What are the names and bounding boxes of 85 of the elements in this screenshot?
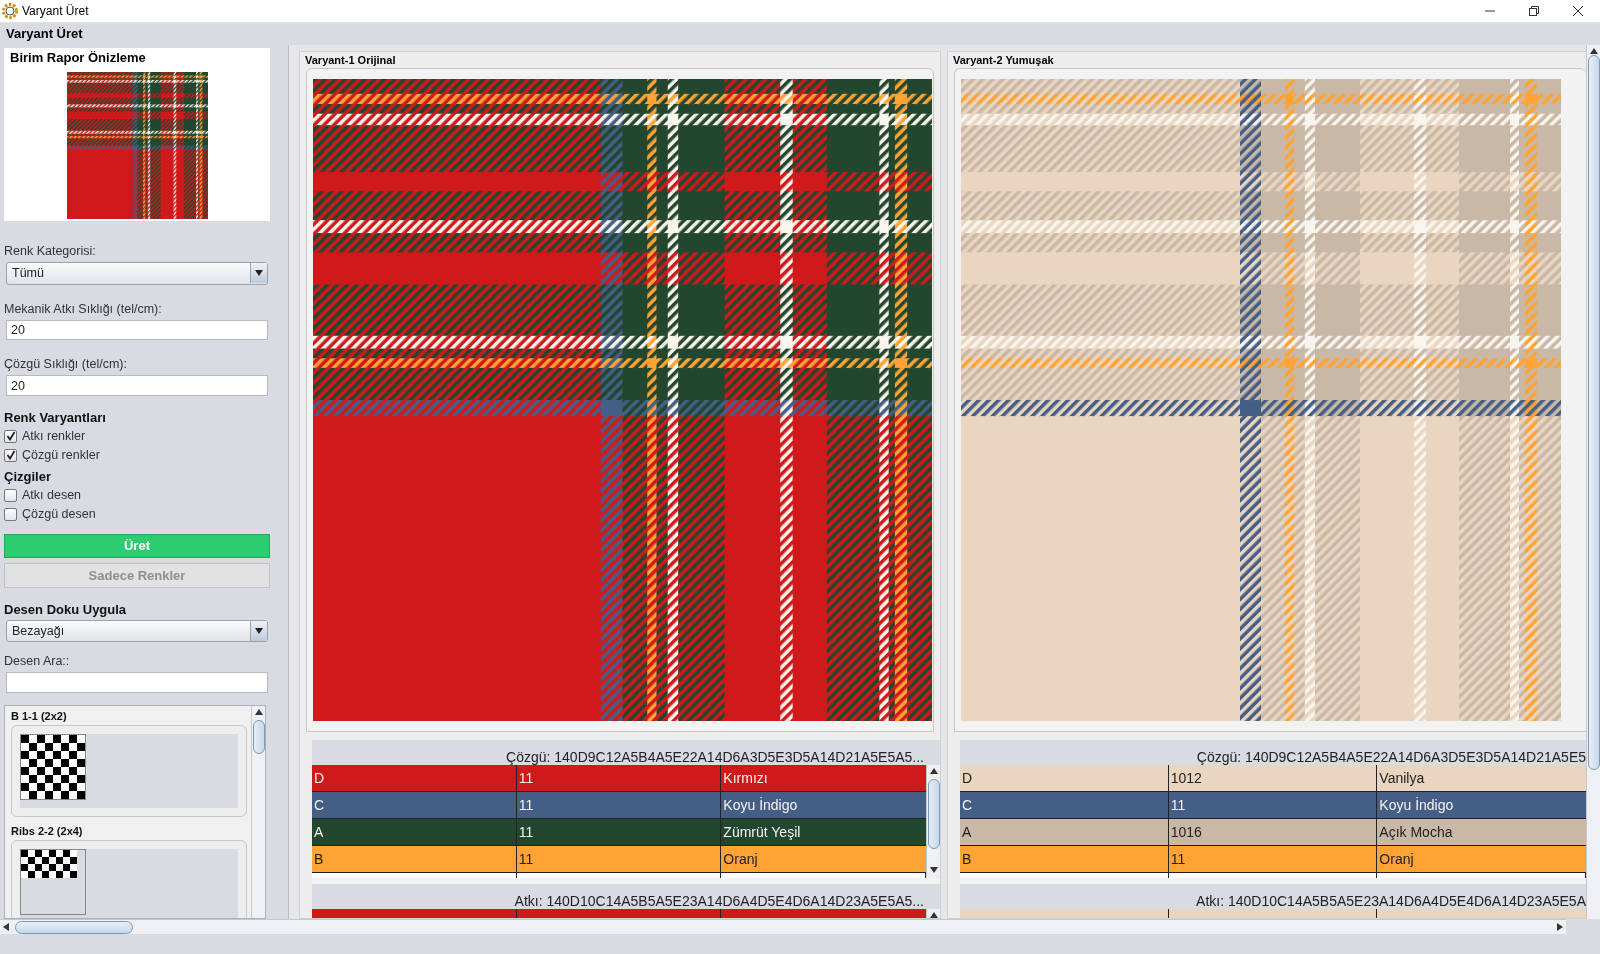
dropdown-arrow-icon (255, 270, 263, 277)
pattern-name: B 1-1 (2x2) (11, 709, 68, 722)
close-icon (1572, 5, 1584, 17)
checkbox-label: Atkı desen (22, 488, 82, 503)
color-row[interactable]: D 1012 Vanilya (960, 765, 1586, 792)
thread-count: 11 (516, 819, 722, 845)
checkbox-label: Çözgü renkler (22, 448, 100, 463)
panel-heading: Varyant Üret (6, 26, 83, 41)
weave-pattern-icon (20, 733, 86, 800)
color-code: D (960, 765, 1169, 791)
color-row[interactable]: C 11 Koyu İndigo (312, 792, 926, 819)
color-row[interactable] (960, 909, 1586, 918)
color-name: Koyu İndigo (722, 796, 799, 815)
color-name: Koyu İndigo (1378, 796, 1455, 815)
color-row[interactable]: B 11 Oranj (312, 846, 926, 873)
pattern-card[interactable] (11, 839, 247, 918)
window-title: Varyant Üret (22, 4, 89, 18)
color-code: A (960, 819, 1169, 845)
weave-pattern-icon (20, 848, 86, 915)
checkbox-label: Atkı renkler (22, 429, 86, 444)
color-code: C (960, 792, 1169, 818)
scroll-right-icon[interactable] (1557, 923, 1563, 931)
color-row[interactable]: D 11 Kırmızı (312, 765, 926, 792)
checkbox-label: Çözgü desen (22, 507, 96, 522)
section-title: Renk Varyantları (4, 409, 107, 425)
number-field[interactable]: 20 (6, 375, 268, 396)
field-label: Mekanik Atkı Sıklığı (tel/cm): (4, 301, 163, 316)
scrollbar-thumb[interactable] (928, 779, 940, 849)
color-code: B (312, 846, 517, 872)
number-field[interactable]: 20 (6, 319, 268, 341)
category-dropdown[interactable]: Tümü (6, 262, 268, 285)
color-name: Oranj (722, 850, 759, 869)
thread-count: 11 (516, 846, 722, 872)
pattern-name: Ribs 2-2 (2x4) (11, 824, 84, 837)
color-row[interactable] (312, 909, 926, 918)
section-title: Çizgiler (4, 468, 52, 484)
checkbox[interactable] (4, 429, 17, 443)
dropdown-arrow-icon (255, 627, 263, 634)
scrollbar[interactable] (251, 705, 265, 918)
preview-title: Birim Rapor Önizleme (10, 50, 146, 65)
color-code: B (960, 846, 1169, 872)
color-row[interactable]: A 1016 Açık Mocha (960, 819, 1586, 846)
thread-count: 11 (516, 792, 722, 818)
search-field[interactable] (6, 672, 268, 693)
color-name: Vanilya (1378, 769, 1426, 788)
color-name: Zümrüt Yeşil (722, 823, 802, 842)
color-name: Oranj (1378, 850, 1415, 869)
pattern-dropdown[interactable]: Bezayağı (6, 619, 268, 643)
scrollbar-thumb[interactable] (1588, 55, 1600, 770)
sequence-label: Çözgü: 140D9C12A5B4A5E22A14D6A3D5E3D5A14D21A5E5A5... (312, 740, 940, 765)
sequence-label: Çözgü: 140D9C12A5B4A5E22A14D6A3D5E3D5A14D21A5E5 (960, 740, 1586, 765)
pattern-card[interactable] (11, 724, 247, 817)
section-title: Desen Doku Uygula (4, 601, 128, 617)
color-row[interactable]: B 11 Oranj (960, 846, 1586, 873)
variant-title: Varyant-1 Orijinal (304, 53, 397, 66)
scroll-left-icon[interactable] (3, 923, 9, 931)
scrollbar[interactable] (926, 765, 940, 876)
checkbox[interactable] (4, 488, 17, 502)
scrollbar-thumb[interactable] (15, 921, 133, 934)
color-row[interactable]: A 11 Zümrüt Yeşil (312, 819, 926, 846)
checkbox[interactable] (4, 507, 17, 521)
thread-count: 1016 (1168, 819, 1378, 845)
thread-count: 1012 (1168, 765, 1378, 791)
color-code: A (312, 819, 517, 845)
color-name: Açık Mocha (1378, 823, 1454, 842)
restore-icon (1528, 5, 1540, 17)
field-label: Çözgü Sıklığı (tel/cm): (4, 357, 128, 372)
thread-count: 11 (516, 765, 722, 791)
scrollbar[interactable] (0, 919, 1566, 934)
scroll-up-icon[interactable] (930, 768, 938, 774)
variant-title: Varyant-2 Yumuşak (952, 53, 1055, 66)
checkbox[interactable] (4, 448, 17, 462)
sequence-label: Atkı: 140D10C14A5B5A5E23A14D6A4D5E4D6A14D23A5E5A (960, 884, 1586, 909)
field-label: Renk Kategorisi: (4, 244, 97, 259)
scrollbar-thumb[interactable] (253, 719, 265, 754)
scroll-up-icon[interactable] (255, 708, 263, 715)
thread-count: 11 (1168, 792, 1378, 818)
color-row[interactable]: C 11 Koyu İndigo (960, 792, 1586, 819)
thread-count: 11 (1168, 846, 1378, 872)
color-name: Kırmızı (722, 769, 769, 788)
sequence-label: Atkı: 140D10C14A5B5A5E23A14D6A4D5E4D6A14D23A5E5A5... (312, 884, 940, 909)
color-code: D (312, 765, 517, 791)
field-label: Desen Ara:: (4, 654, 71, 669)
color-code: C (312, 792, 517, 818)
scrollbar[interactable] (1586, 45, 1600, 919)
